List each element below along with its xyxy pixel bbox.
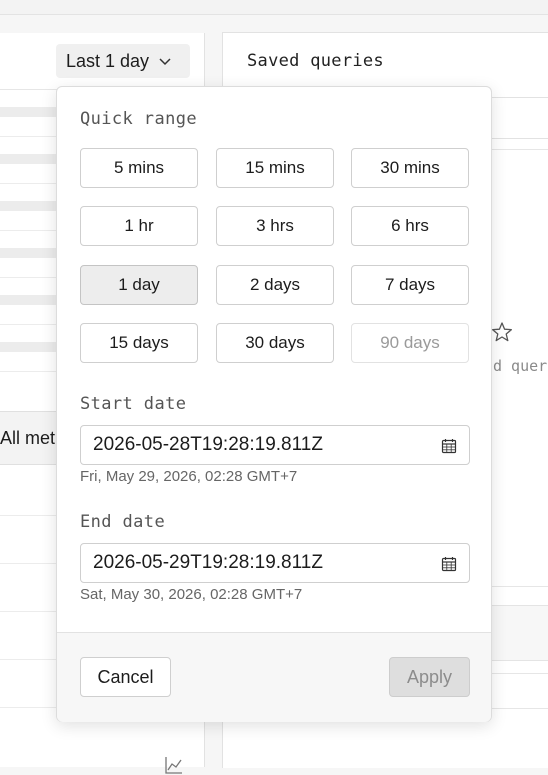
star-icon	[492, 322, 512, 342]
quick-range-1-day-button[interactable]: 1 day	[80, 265, 198, 305]
cancel-button[interactable]: Cancel	[80, 657, 171, 697]
quick-range-15-days-button[interactable]: 15 days	[80, 323, 198, 363]
loading-bar	[0, 342, 60, 352]
quick-range-15-mins-button[interactable]: 15 mins	[216, 148, 334, 188]
calendar-icon[interactable]	[441, 556, 457, 572]
loading-bar	[0, 295, 60, 305]
loading-bar	[0, 154, 60, 164]
quick-range-7-days-button[interactable]: 7 days	[351, 265, 469, 305]
line-chart-icon[interactable]	[164, 755, 184, 775]
time-range-button[interactable]: Last 1 day	[56, 44, 190, 78]
quick-range-label: Quick range	[80, 109, 197, 129]
quick-range-30-days-button[interactable]: 30 days	[216, 323, 334, 363]
quick-range-1-hr-button[interactable]: 1 hr	[80, 206, 198, 246]
start-date-input[interactable]: 2026-05-28T19:28:19.811Z	[80, 425, 470, 465]
quick-range-3-hrs-button[interactable]: 3 hrs	[216, 206, 334, 246]
quick-range-5-mins-button[interactable]: 5 mins	[80, 148, 198, 188]
metrics-panel-header: Last 1 day	[0, 33, 204, 90]
top-strip	[0, 0, 548, 15]
loading-bar	[0, 201, 60, 211]
start-date-value: 2026-05-28T19:28:19.811Z	[93, 434, 323, 455]
loading-bar	[0, 107, 60, 117]
quick-range-6-hrs-button[interactable]: 6 hrs	[351, 206, 469, 246]
quick-range-90-days-button: 90 days	[351, 323, 469, 363]
saved-queries-title: Saved queries	[247, 51, 384, 71]
calendar-icon[interactable]	[441, 438, 457, 454]
end-date-value: 2026-05-29T19:28:19.811Z	[93, 552, 323, 573]
time-range-popover: Quick range 5 mins 15 mins 30 mins 1 hr …	[56, 86, 492, 722]
saved-queries-empty-text: d quer	[493, 357, 548, 375]
quick-range-2-days-button[interactable]: 2 days	[216, 265, 334, 305]
tab-all-metrics-label: All met	[0, 427, 56, 448]
chevron-down-icon	[159, 58, 171, 66]
end-date-input[interactable]: 2026-05-29T19:28:19.811Z	[80, 543, 470, 583]
loading-bar	[0, 248, 60, 258]
time-range-button-label: Last 1 day	[66, 50, 150, 71]
apply-button[interactable]: Apply	[389, 657, 470, 697]
end-date-label: End date	[80, 512, 166, 532]
start-date-local-time: Fri, May 29, 2026, 02:28 GMT+7	[80, 468, 298, 485]
quick-range-30-mins-button[interactable]: 30 mins	[351, 148, 469, 188]
start-date-label: Start date	[80, 394, 187, 414]
popover-footer: Cancel Apply	[57, 632, 491, 722]
end-date-local-time: Sat, May 30, 2026, 02:28 GMT+7	[80, 586, 303, 603]
